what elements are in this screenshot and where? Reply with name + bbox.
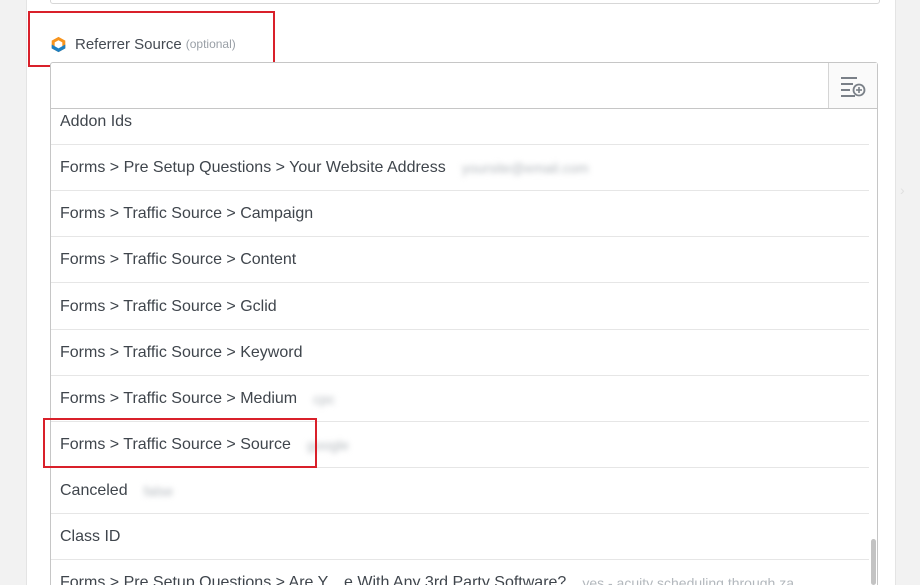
- option-label: Class ID: [60, 527, 121, 545]
- option-campaign[interactable]: Forms > Traffic Source > Campaign: [51, 191, 869, 237]
- option-label: Forms > Traffic Source > Gclid: [60, 297, 277, 315]
- field-options-list: Addon Ids Forms > Pre Setup Questions > …: [50, 109, 878, 585]
- option-source[interactable]: Forms > Traffic Source > Source google: [51, 422, 869, 468]
- insert-data-button[interactable]: [828, 63, 877, 108]
- previous-field-input[interactable]: [50, 0, 880, 4]
- option-label: Canceled: [60, 481, 128, 499]
- option-class-id[interactable]: Class ID: [51, 514, 869, 560]
- option-sample-value: yes - acuity scheduling through za: [582, 574, 795, 585]
- option-content[interactable]: Forms > Traffic Source > Content: [51, 237, 869, 283]
- option-label: Forms > Traffic Source > Content: [60, 250, 297, 268]
- option-website-address[interactable]: Forms > Pre Setup Questions > Your Websi…: [51, 145, 869, 191]
- insert-data-icon: [841, 76, 866, 97]
- canvas: Referrer Source (optional) Addon Ids For…: [0, 0, 920, 585]
- option-third-party-software[interactable]: Forms > Pre Setup Questions > Are Y... e…: [51, 560, 869, 585]
- option-label: Forms > Traffic Source > Medium: [60, 389, 298, 407]
- referrer-source-input[interactable]: [51, 63, 833, 110]
- field-label-text: Referrer Source: [75, 35, 182, 53]
- option-sample-value: google: [306, 436, 349, 453]
- option-label: Forms > Traffic Source > Keyword: [60, 343, 303, 361]
- option-sample-value: yoursite@email.com: [461, 159, 589, 176]
- scrollbar-thumb[interactable]: [871, 539, 876, 585]
- option-label: Forms > Traffic Source > Campaign: [60, 204, 314, 222]
- option-canceled[interactable]: Canceled false: [51, 468, 869, 514]
- optional-indicator: (optional): [185, 37, 236, 51]
- chevron-right-icon: ›: [900, 182, 905, 198]
- option-label: Addon Ids: [60, 112, 133, 130]
- option-sample-value: cpc: [313, 390, 335, 407]
- option-keyword[interactable]: Forms > Traffic Source > Keyword: [51, 330, 869, 376]
- option-sample-value: false: [143, 482, 174, 499]
- field-label: Referrer Source (optional): [50, 34, 236, 54]
- option-label: Forms > Pre Setup Questions > Your Websi…: [60, 158, 446, 176]
- option-medium[interactable]: Forms > Traffic Source > Medium cpc: [51, 376, 869, 422]
- option-label: Forms > Traffic Source > Source: [60, 435, 291, 453]
- app-logo-icon: [51, 36, 66, 52]
- option-addon-ids[interactable]: Addon Ids: [51, 109, 869, 145]
- option-label: Forms > Pre Setup Questions > Are Y... e…: [60, 573, 567, 585]
- referrer-source-field: [50, 62, 878, 110]
- option-gclid[interactable]: Forms > Traffic Source > Gclid: [51, 284, 869, 330]
